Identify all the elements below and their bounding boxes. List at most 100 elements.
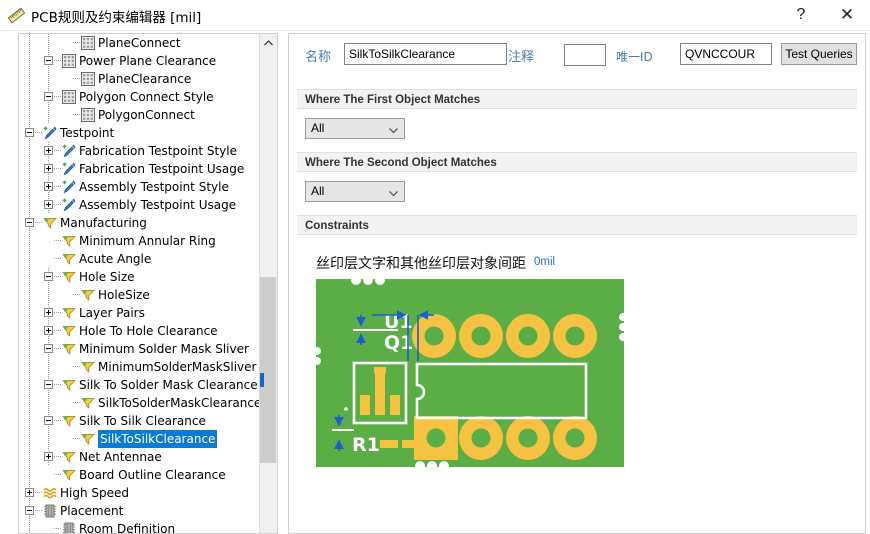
second-object-scope-dropdown[interactable]: All [305,181,405,202]
tree-item-label: Placement [60,504,124,518]
tree-item-planeconnect[interactable]: PlaneConnect [19,34,259,52]
tree-collapse-icon[interactable] [44,272,53,281]
tree-connector [73,114,80,115]
tree-item-silktosilkclearance[interactable]: SilkToSilkClearance [19,430,259,448]
tree-item-holesize[interactable]: HoleSize [19,286,259,304]
tree-item-label: Room Definition [79,522,176,533]
tree-guide-line [48,106,49,124]
close-button[interactable]: ✕ [824,0,870,30]
tree-item-minimum-solder-mask-sliver[interactable]: Minimum Solder Mask Sliver [19,340,259,358]
tree-item-silk-to-solder-mask-clearance[interactable]: Silk To Solder Mask Clearance [19,376,259,394]
tree-guide-line [29,34,30,52]
scroll-up-arrow[interactable] [260,34,276,51]
tree-item-planeclearance[interactable]: PlaneClearance [19,70,259,88]
scrollbar-thumb[interactable] [260,277,276,463]
tree-item-room-definition[interactable]: Room Definition [19,520,259,533]
manufacturing-flag-icon [62,378,76,392]
manufacturing-flag-icon [62,342,76,356]
tree-item-assembly-testpoint-style[interactable]: Assembly Testpoint Style [19,178,259,196]
tree-connector [54,474,61,475]
tree-guide-line [29,286,30,304]
tree-item-fabrication-testpoint-style[interactable]: Fabrication Testpoint Style [19,142,259,160]
unique-id-input[interactable] [680,43,772,65]
tree-item-board-outline-clearance[interactable]: Board Outline Clearance [19,466,259,484]
testpoint-probe-icon [62,162,76,176]
tree-connector [54,312,61,313]
tree-guide-line [29,376,30,394]
tree-item-label: PlaneConnect [98,36,181,50]
tree-collapse-icon[interactable] [44,92,53,101]
tree-item-minimum-annular-ring[interactable]: Minimum Annular Ring [19,232,259,250]
tree-collapse-icon[interactable] [44,56,53,65]
tree-expand-icon[interactable] [44,452,53,461]
tree-collapse-icon[interactable] [25,128,34,137]
tree-item-polygonconnect[interactable]: PolygonConnect [19,106,259,124]
tree-guide-line [48,286,49,304]
tree-collapse-icon[interactable] [44,380,53,389]
tree-item-minimumsoldermasksliver[interactable]: MinimumSolderMaskSliver [19,358,259,376]
tree-guide-line [48,430,49,448]
tree-expand-icon[interactable] [25,488,34,497]
comment-input[interactable] [564,44,606,66]
tree-guide-line [29,448,30,466]
tree-expand-icon[interactable] [44,326,53,335]
tree-item-power-plane-clearance[interactable]: Power Plane Clearance [19,52,259,70]
manufacturing-flag-icon [62,270,76,284]
tree-item-high-speed[interactable]: High Speed [19,484,259,502]
tree-scrollbar[interactable] [259,34,277,533]
tree-item-acute-angle[interactable]: Acute Angle [19,250,259,268]
tree-item-testpoint[interactable]: Testpoint [19,124,259,142]
tree-connector [35,510,42,511]
tree-item-label: Minimum Solder Mask Sliver [79,342,249,356]
tree-item-label: Polygon Connect Style [79,90,214,104]
svg-text:Q1: Q1 [384,332,413,354]
tree-guide-line [29,358,30,376]
test-queries-button[interactable]: Test Queries [781,43,857,65]
second-object-section-header: Where The Second Object Matches [297,152,857,172]
tree-expand-icon[interactable] [44,200,53,209]
plane-grid-icon [62,54,76,68]
tree-connector [35,492,42,493]
tree-connector [54,240,61,241]
pcb-rules-constraints-editor-window: PCB规则及约束编辑器 [mil] ? ✕ PlaneConnect Power … [0,0,870,534]
tree-expand-icon[interactable] [44,182,53,191]
tree-item-silk-to-silk-clearance[interactable]: Silk To Silk Clearance [19,412,259,430]
first-object-scope-dropdown[interactable]: All [305,118,405,139]
tree-collapse-icon[interactable] [44,344,53,353]
tree-item-hole-size[interactable]: Hole Size [19,268,259,286]
tree-item-polygon-connect-style[interactable]: Polygon Connect Style [19,88,259,106]
testpoint-probe-icon [62,198,76,212]
tree-item-fabrication-testpoint-usage[interactable]: Fabrication Testpoint Usage [19,160,259,178]
tree-connector [54,168,61,169]
highspeed-wave-icon [43,486,57,500]
tree-guide-line [48,358,49,376]
rules-tree[interactable]: PlaneConnect Power Plane Clearance PlaneCl… [19,34,259,533]
tree-expand-icon[interactable] [44,146,53,155]
tree-item-label: Net Antennae [79,450,162,464]
tree-guide-line [29,304,30,322]
tree-connector [35,132,42,133]
tree-item-layer-pairs[interactable]: Layer Pairs [19,304,259,322]
tree-item-manufacturing[interactable]: Manufacturing [19,214,259,232]
help-button[interactable]: ? [778,0,824,30]
chevron-down-icon [389,124,398,134]
tree-guide-line [29,268,30,286]
tree-expand-icon[interactable] [44,308,53,317]
tree-collapse-icon[interactable] [25,218,34,227]
tree-collapse-icon[interactable] [25,506,34,515]
tree-item-net-antennae[interactable]: Net Antennae [19,448,259,466]
tree-expand-icon[interactable] [44,164,53,173]
tree-item-hole-to-hole-clearance[interactable]: Hole To Hole Clearance [19,322,259,340]
manufacturing-flag-icon [81,396,95,410]
tree-item-placement[interactable]: Placement [19,502,259,520]
constraint-value[interactable]: 0mil [534,256,555,268]
second-object-scope-value: All [311,184,325,198]
tree-guide-line [29,160,30,178]
tree-item-assembly-testpoint-usage[interactable]: Assembly Testpoint Usage [19,196,259,214]
tree-item-silktosoldermaskclearance[interactable]: SilkToSolderMaskClearance [19,394,259,412]
tree-guide-line [29,340,30,358]
tree-item-label: Layer Pairs [79,306,145,320]
manufacturing-flag-icon [62,234,76,248]
tree-collapse-icon[interactable] [44,416,53,425]
name-input[interactable] [344,43,507,65]
